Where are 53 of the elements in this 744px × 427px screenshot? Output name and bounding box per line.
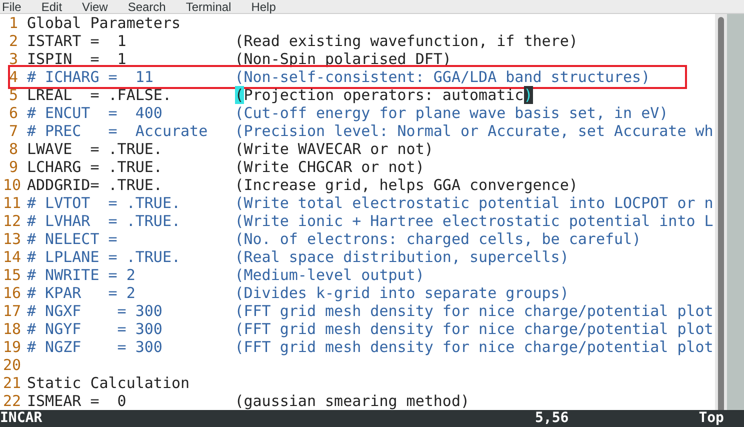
menu-item[interactable]: Help [251, 0, 276, 14]
code-line: # LVTOT = .TRUE. (Write total electrostatic potential into LOCPOT or n [27, 194, 714, 212]
code-line: LWAVE = .TRUE. (Write WAVECAR or not) [27, 140, 434, 158]
cursor-position: 5,56 [534, 410, 569, 427]
line-number: 1 [8, 14, 19, 32]
line-number: 14 [2, 248, 22, 266]
line-number: 7 [8, 122, 19, 140]
code-line: Global Parameters [27, 14, 181, 32]
line-number: 9 [8, 158, 19, 176]
code-line: ISPIN = 1 (Non-Spin polarised DFT) [27, 50, 452, 68]
code-line: # NGXF = 300 (FFT grid mesh density for nice charge/potential plot [27, 302, 714, 320]
code-line: LCHARG = .TRUE. (Write CHGCAR or not) [27, 158, 424, 176]
line-number: 18 [2, 320, 22, 338]
code-line: # NELECT = (No. of electrons: charged cells, be careful) [27, 230, 642, 248]
line-number: 16 [2, 284, 22, 302]
menu-item[interactable]: View [82, 0, 108, 14]
code-line: # NWRITE = 2 (Medium-level output) [27, 266, 424, 284]
line-number: 17 [2, 302, 22, 320]
code-line: LREAL = .FALSE. (Projection operators: automatic) [27, 86, 533, 104]
file-name: INCAR [0, 410, 42, 427]
line-number: 21 [2, 374, 22, 392]
code-line: # PREC = Accurate (Precision level: Normal or Accurate, set Accurate wh [27, 122, 714, 140]
menu-item[interactable]: Terminal [186, 0, 232, 14]
code-line: ISTART = 1 (Read existing wavefunction, if there) [27, 32, 578, 50]
line-number: 3 [8, 50, 19, 68]
menu-item[interactable]: Search [128, 0, 166, 14]
line-number: 15 [2, 266, 22, 284]
code-line: Static Calculation [27, 374, 190, 392]
menu-item[interactable]: File [2, 0, 22, 14]
line-number: 8 [8, 140, 19, 158]
code-line: ISMEAR = 0 (gaussian smearing method) [27, 392, 470, 410]
code-line: # ENCUT = 400 (Cut-off energy for plane wave basis set, in eV) [27, 104, 668, 122]
line-number: 13 [2, 230, 22, 248]
code-line: ADDGRID= .TRUE. (Increase grid, helps GGA convergence) [27, 176, 578, 194]
code-line: # ICHARG = 11 (Non-self-consistent: GGA/LDA band structures) [27, 68, 650, 86]
line-number: 2 [8, 32, 19, 50]
line-number: 20 [2, 356, 22, 374]
code-line: # LVHAR = .TRUE. (Write ionic + Hartree electrostatic potential into L [27, 212, 714, 230]
line-number: 5 [8, 86, 19, 104]
line-number: 4 [8, 68, 19, 86]
scroll-position: Top [698, 410, 724, 427]
line-number: 10 [2, 176, 22, 194]
code-line: # NGYF = 300 (FFT grid mesh density for nice charge/potential plot [27, 320, 714, 338]
line-number: 11 [2, 194, 22, 212]
code-line: # NGZF = 300 (FFT grid mesh density for nice charge/potential plot [27, 338, 714, 356]
code-line: # LPLANE = .TRUE. (Real space distribution, supercells) [27, 248, 569, 266]
line-number: 19 [2, 338, 22, 356]
scrollbar-thumb[interactable] [718, 17, 724, 410]
line-number: 22 [2, 392, 22, 410]
code-line: # KPAR = 2 (Divides k-grid into separate groups) [27, 284, 569, 302]
line-number: 12 [2, 212, 22, 230]
line-number: 6 [8, 104, 19, 122]
menu-item[interactable]: Edit [41, 0, 62, 14]
